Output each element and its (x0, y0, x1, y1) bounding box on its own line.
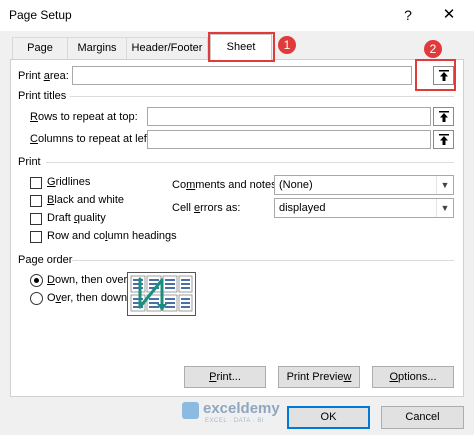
chevron-down-icon: ▼ (436, 176, 453, 194)
rows-repeat-label: Rows to repeat at top: (30, 111, 138, 123)
exceldemy-logo-icon (182, 402, 199, 419)
tab-page[interactable]: Page (12, 37, 68, 59)
page-order-preview-icon (130, 275, 193, 312)
sheet-tab-highlight (208, 32, 275, 62)
page-order-divider (72, 260, 454, 261)
dialog-title: Page Setup (9, 8, 72, 22)
over-then-down-radio[interactable] (30, 292, 43, 305)
print-divider (46, 162, 454, 163)
row-column-headings-checkbox[interactable] (30, 231, 42, 243)
collapse-arrow-icon (438, 134, 449, 145)
cell-errors-value: displayed (279, 202, 326, 214)
black-white-checkbox[interactable] (30, 195, 42, 207)
print-titles-heading: Print titles (18, 90, 67, 102)
ok-button[interactable]: OK (287, 406, 370, 429)
print-area-input[interactable] (72, 66, 412, 85)
print-titles-divider (70, 96, 454, 97)
gridlines-label: Gridlines (47, 176, 91, 188)
watermark-tagline: EXCEL · DATA · BI (205, 418, 265, 424)
comments-notes-label: Comments and notes: (172, 179, 280, 191)
callout-1: 1 (278, 36, 296, 54)
page-order-heading: Page order (18, 254, 73, 266)
draft-quality-label: Draft quality (47, 212, 106, 224)
comments-notes-value: (None) (279, 179, 313, 191)
collapse-button-highlight (415, 59, 456, 91)
options-button[interactable]: Options... (372, 366, 454, 388)
print-button[interactable]: Print... (184, 366, 266, 388)
radio-selected-dot (34, 278, 39, 283)
page-order-preview (127, 272, 196, 316)
help-button[interactable]: ? (398, 4, 418, 26)
tab-header-footer[interactable]: Header/Footer (126, 37, 208, 59)
cancel-button[interactable]: Cancel (381, 406, 464, 429)
draft-quality-checkbox[interactable] (30, 213, 42, 225)
columns-repeat-input[interactable] (147, 130, 431, 149)
callout-2: 2 (424, 40, 442, 58)
cell-errors-select[interactable]: displayed ▼ (274, 198, 454, 218)
tab-margins[interactable]: Margins (67, 37, 127, 59)
print-area-label: Print area: (18, 70, 69, 82)
down-then-over-radio[interactable] (30, 274, 43, 287)
exceldemy-watermark: exceldemy EXCEL · DATA · BI (182, 399, 292, 429)
black-white-label: Black and white (47, 194, 125, 206)
row-column-headings-label: Row and column headings (47, 230, 177, 242)
print-heading: Print (18, 156, 41, 168)
close-button[interactable]: ✕ (436, 3, 462, 27)
rows-repeat-collapse-button[interactable] (433, 107, 454, 126)
over-then-down-label: Over, then down (47, 292, 128, 304)
chevron-down-icon: ▼ (436, 199, 453, 217)
gridlines-checkbox[interactable] (30, 177, 42, 189)
comments-notes-select[interactable]: (None) ▼ (274, 175, 454, 195)
watermark-name: exceldemy (203, 400, 280, 417)
down-then-over-label: Down, then over (47, 274, 128, 286)
collapse-arrow-icon (438, 111, 449, 122)
rows-repeat-input[interactable] (147, 107, 431, 126)
columns-repeat-collapse-button[interactable] (433, 130, 454, 149)
columns-repeat-label: Columns to repeat at left: (30, 133, 153, 145)
print-preview-button[interactable]: Print Preview (278, 366, 360, 388)
cell-errors-label: Cell errors as: (172, 202, 241, 214)
